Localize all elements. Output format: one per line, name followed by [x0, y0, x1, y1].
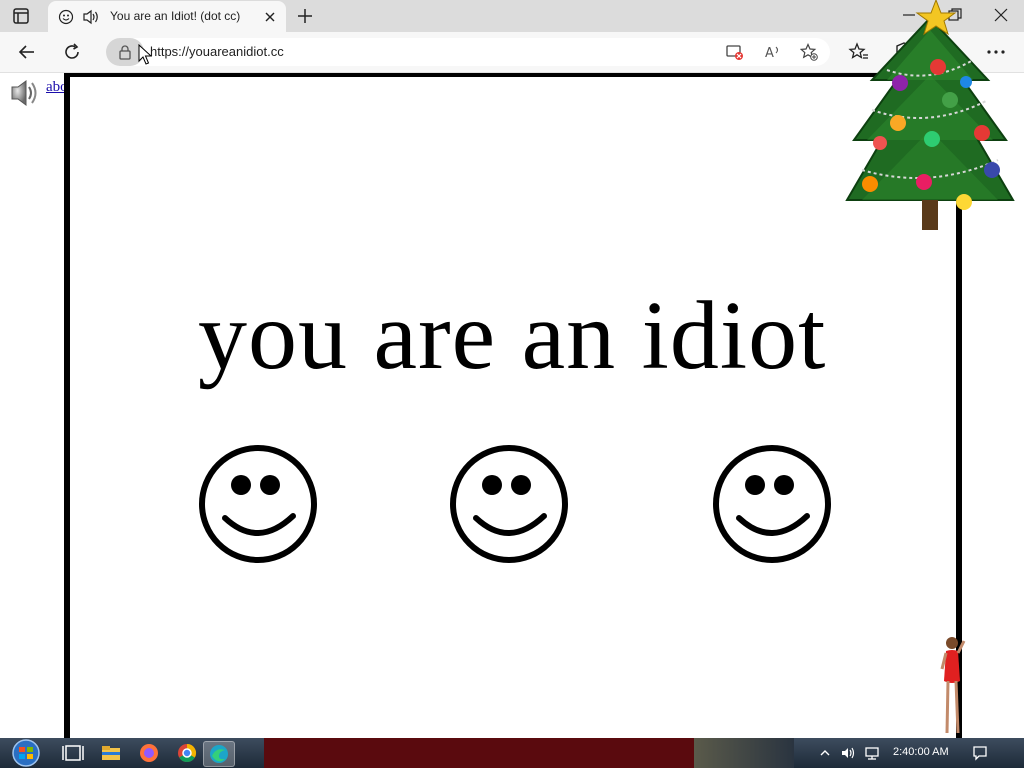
refresh-icon[interactable] [61, 41, 83, 63]
browser-tab[interactable]: You are an Idiot! (dot cc) [48, 1, 286, 32]
url-text[interactable]: https://youareanidiot.cc [150, 44, 284, 59]
tab-audio-playing-icon[interactable] [82, 9, 100, 25]
show-hidden-icons-icon[interactable] [817, 745, 833, 761]
firefox-icon[interactable] [134, 741, 164, 765]
file-explorer-icon[interactable] [96, 741, 126, 765]
add-favorite-icon[interactable] [800, 43, 818, 61]
lock-icon [119, 45, 131, 60]
close-tab-icon[interactable] [262, 9, 278, 25]
web-page: about flash you are an idiot [0, 0, 1024, 745]
taskbar-background-region [694, 738, 794, 768]
taskbar-background-region [264, 738, 694, 768]
volume-icon[interactable] [840, 745, 856, 761]
mouse-cursor-icon [138, 44, 152, 65]
address-bar[interactable]: https://youareanidiot.cc A [106, 38, 830, 66]
tab-actions-icon[interactable] [12, 7, 30, 25]
tab-title: You are an Idiot! (dot cc) [110, 9, 241, 23]
smiley-face-icon [199, 445, 317, 563]
speaker-icon[interactable] [8, 77, 40, 109]
edge-icon[interactable] [203, 741, 235, 767]
notifications-icon[interactable] [972, 745, 988, 761]
taskbar-clock[interactable]: 2:40:00 AM [893, 746, 949, 758]
svg-text:A: A [765, 46, 774, 61]
start-button-icon[interactable] [8, 739, 44, 767]
new-tab-icon[interactable] [296, 7, 314, 25]
headline-text: you are an idiot [198, 282, 827, 390]
task-view-icon[interactable] [58, 741, 88, 765]
chrome-icon[interactable] [172, 741, 202, 765]
smiley-favicon-icon [58, 9, 74, 25]
back-icon[interactable] [16, 41, 38, 63]
blocked-popup-icon[interactable] [726, 43, 744, 61]
taskbar: 2:40:00 AM [0, 738, 1024, 768]
read-aloud-icon[interactable]: A [764, 43, 782, 61]
dancing-woman-icon [940, 637, 966, 734]
smiley-face-icon [713, 445, 831, 563]
network-icon[interactable] [864, 745, 880, 761]
content-frame [64, 73, 962, 745]
smiley-face-icon [450, 445, 568, 563]
christmas-tree-icon [845, 0, 1015, 230]
